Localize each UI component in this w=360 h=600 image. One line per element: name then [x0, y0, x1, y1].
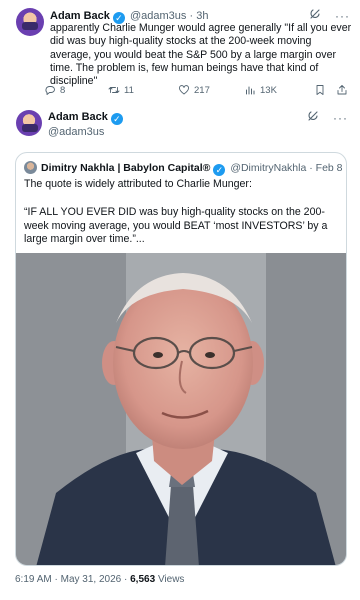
- quoted-tweet-header: Dimitry Nakhla | Babylon Capital® ✓ @Dimi…: [24, 161, 343, 176]
- views-count: 13K: [260, 84, 277, 96]
- author-handle[interactable]: @adam3us: [130, 10, 186, 22]
- tweet-header: Adam Back ✓ @adam3us ···: [48, 110, 348, 139]
- tweet-date[interactable]: May 31, 2026: [61, 574, 122, 585]
- tweet-text: apparently Charlie Munger would agree ge…: [50, 22, 352, 88]
- author-name[interactable]: Adam Back: [48, 111, 108, 123]
- retweet-button[interactable]: 11: [108, 84, 178, 96]
- separator: ·: [189, 10, 194, 22]
- share-icon: [337, 85, 347, 95]
- views-label: Views: [157, 574, 185, 585]
- author-handle[interactable]: @adam3us: [48, 125, 348, 139]
- bookmark-button[interactable]: [314, 84, 336, 96]
- quoted-tweet-text: The quote is widely attributed to Charli…: [24, 178, 252, 190]
- more-icon[interactable]: ···: [333, 111, 348, 125]
- avatar[interactable]: [24, 161, 37, 174]
- reply-icon: [45, 86, 55, 95]
- like-button[interactable]: 217: [178, 84, 244, 96]
- avatar[interactable]: [16, 8, 44, 36]
- portrait-photo[interactable]: [16, 253, 347, 566]
- separator: ·: [124, 574, 128, 585]
- more-icon[interactable]: ···: [335, 9, 350, 23]
- tweet-date[interactable]: Feb 8: [316, 162, 343, 174]
- tweet-time[interactable]: 6:19 AM: [15, 574, 52, 585]
- like-count: 217: [194, 84, 210, 96]
- tweet-age[interactable]: 3h: [196, 10, 208, 22]
- reply-count: 8: [60, 84, 66, 96]
- like-icon: [179, 85, 189, 95]
- bookmark-icon: [316, 85, 324, 95]
- quoted-tweet[interactable]: Dimitry Nakhla | Babylon Capital® ✓ @Dimi…: [15, 152, 347, 566]
- separator: ·: [309, 162, 313, 174]
- share-button[interactable]: [336, 84, 348, 96]
- verified-badge-icon: ✓: [110, 113, 123, 125]
- views-icon: [246, 86, 255, 95]
- verified-badge-icon: ✓: [213, 164, 226, 176]
- author-handle[interactable]: @DimitryNakhla: [230, 162, 306, 174]
- retweet-count: 11: [124, 84, 134, 96]
- separator: ·: [54, 574, 58, 585]
- reply-button[interactable]: 8: [44, 84, 108, 96]
- views-count: 6,563: [130, 574, 156, 585]
- author-name[interactable]: Dimitry Nakhla | Babylon Capital®: [41, 162, 210, 174]
- grok-icon[interactable]: [307, 110, 319, 125]
- retweet-icon: [108, 87, 120, 93]
- quoted-tweet-text: “IF ALL YOU EVER DID was buy high-qualit…: [24, 206, 328, 245]
- tweet-meta: 6:19 AM · May 31, 2026 · 6,563 Views: [15, 573, 345, 587]
- avatar[interactable]: [16, 110, 42, 136]
- views-button[interactable]: 13K: [244, 84, 314, 96]
- tweet-actions: 8 11 217 13K: [44, 82, 354, 98]
- author-name[interactable]: Adam Back: [50, 10, 110, 22]
